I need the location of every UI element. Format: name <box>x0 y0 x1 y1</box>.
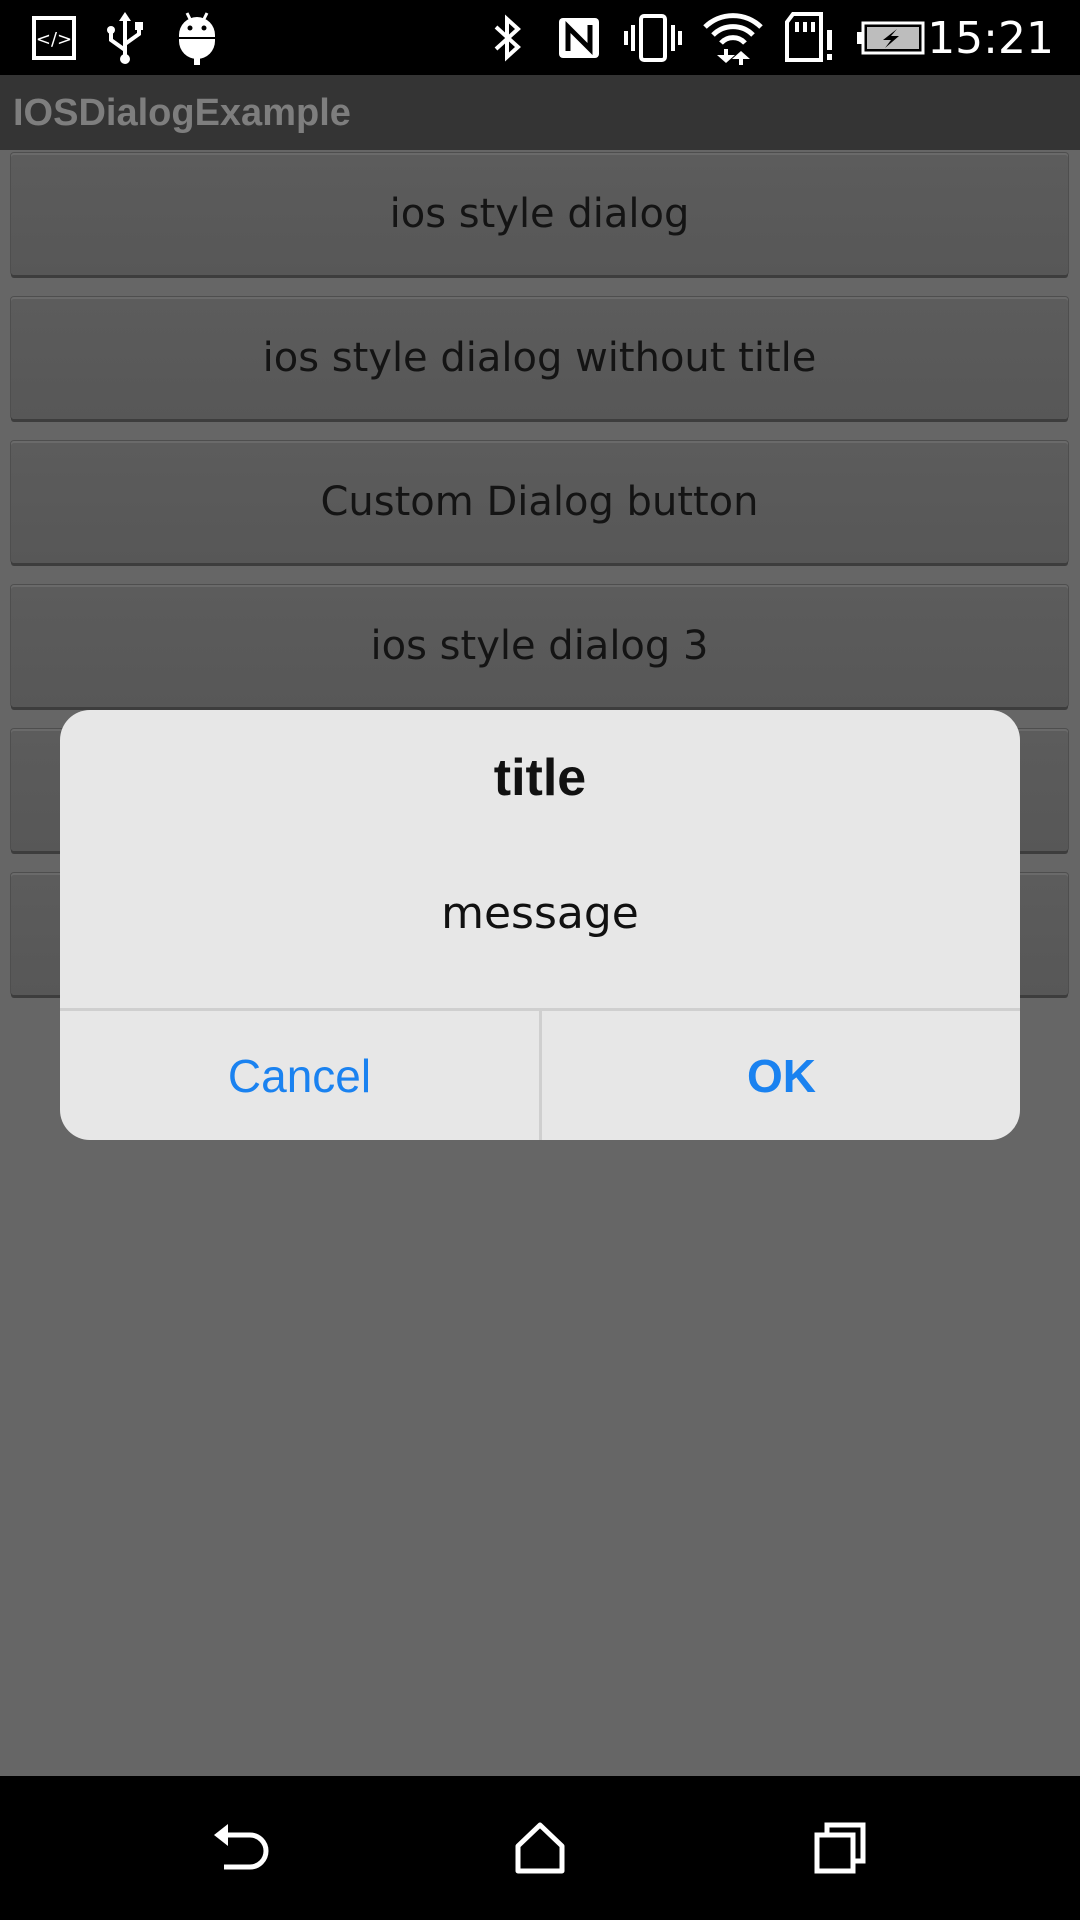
svg-text:</>: </> <box>36 29 72 50</box>
screen: </> 15:21 IOSDialogExample ios style dia… <box>0 0 1080 1920</box>
sd-card-alert-icon <box>782 10 838 65</box>
usb-icon <box>100 10 150 65</box>
bluetooth-icon <box>488 10 528 65</box>
ios-style-dialog-button[interactable]: ios style dialog <box>11 153 1068 275</box>
battery-charging-icon <box>856 10 926 65</box>
wifi-icon <box>700 10 766 65</box>
dialog-ok-button[interactable]: OK <box>542 1011 1020 1140</box>
ios-style-dialog-3-button[interactable]: ios style dialog 3 <box>11 585 1068 707</box>
vibrate-icon <box>622 10 684 65</box>
dev-tools-icon: </> <box>28 10 80 65</box>
ios-style-dialog-without-title-button[interactable]: ios style dialog without title <box>11 297 1068 419</box>
ios-dialog: title message Cancel OK <box>60 710 1020 1140</box>
action-bar: IOSDialogExample <box>0 75 1080 150</box>
app-title: IOSDialogExample <box>13 92 351 134</box>
home-icon[interactable] <box>490 1798 590 1898</box>
back-icon[interactable] <box>190 1798 290 1898</box>
status-bar: </> 15:21 <box>0 0 1080 75</box>
recents-icon[interactable] <box>790 1798 890 1898</box>
dialog-title: title <box>493 749 587 807</box>
android-debug-icon <box>172 10 222 65</box>
nfc-icon <box>554 10 604 65</box>
status-bar-clock: 15:21 <box>927 13 1054 64</box>
navigation-bar <box>0 1776 1080 1920</box>
custom-dialog-button[interactable]: Custom Dialog button <box>11 441 1068 563</box>
dialog-cancel-button[interactable]: Cancel <box>60 1011 539 1140</box>
dialog-message: message <box>441 888 639 939</box>
